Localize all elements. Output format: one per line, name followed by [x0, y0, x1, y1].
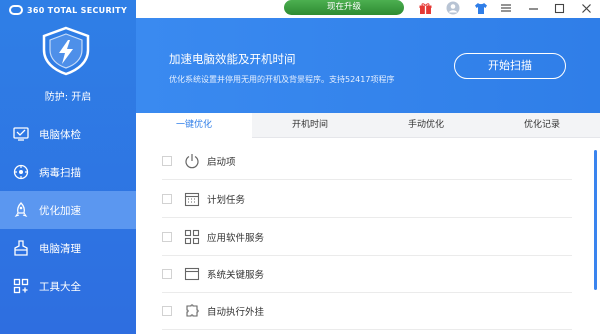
optimize-tabs: 一键优化 开机时间 手动优化 优化记录 [136, 113, 600, 138]
sidebar-item-tools[interactable]: 工具大全 [0, 267, 136, 305]
list-item-label: 计划任务 [207, 195, 246, 206]
window-icon [184, 266, 200, 282]
sidebar-item-virus-scan[interactable]: 病毒扫描 [0, 153, 136, 191]
cleanup-icon [13, 240, 29, 256]
brand-name: 360 TOTAL SECURITY [27, 5, 128, 15]
minimize-icon[interactable] [526, 1, 540, 15]
sidebar-item-speedup[interactable]: 优化加速 [0, 191, 136, 229]
list-item[interactable]: 自动执行外挂 [162, 293, 572, 330]
brand: 360 TOTAL SECURITY [9, 3, 127, 17]
tab-manual[interactable]: 手动优化 [368, 113, 484, 138]
sidebar-item-cleanup[interactable]: 电脑清理 [0, 229, 136, 267]
close-icon[interactable] [579, 1, 593, 15]
sidebar-item-checkup[interactable]: 电脑体检 [0, 115, 136, 153]
list-item[interactable]: 应用软件服务 [162, 219, 572, 256]
sidebar-item-label: 病毒扫描 [39, 166, 81, 179]
sidebar-item-label: 工具大全 [39, 280, 81, 293]
tab-boot-time[interactable]: 开机时间 [252, 113, 368, 138]
optimize-list: 启动项 计划任务 应用软件服务 系统关键服务 自动执行外挂 [136, 138, 600, 334]
item-checkbox[interactable] [162, 156, 172, 166]
speedup-banner: 加速电脑效能及开机时间 优化系统设置并停用无用的开机及背景程序。支持52417项… [136, 18, 600, 113]
checkup-icon [13, 126, 29, 142]
shield-lightning-icon [36, 26, 96, 76]
tab-one-click[interactable]: 一键优化 [136, 113, 252, 138]
sidebar: 360 TOTAL SECURITY 防护: 开启 电脑体检 病毒扫描 优化加速 [0, 0, 136, 334]
gift-icon[interactable] [418, 1, 432, 15]
brand-logo-icon [9, 5, 23, 15]
apps-icon [184, 229, 200, 245]
list-item-label: 启动项 [207, 157, 236, 168]
virus-scan-icon [13, 164, 29, 180]
speedup-icon [13, 202, 29, 218]
list-item[interactable]: 启动项 [162, 143, 572, 180]
sidebar-item-label: 电脑体检 [39, 128, 81, 141]
list-item[interactable]: 计划任务 [162, 181, 572, 218]
list-item-label: 自动执行外挂 [207, 307, 265, 318]
list-item[interactable]: 系统关键服务 [162, 256, 572, 293]
maximize-icon[interactable] [552, 1, 566, 15]
item-checkbox[interactable] [162, 194, 172, 204]
list-item-label: 应用软件服务 [207, 233, 265, 244]
upgrade-button[interactable]: 现在升级 [284, 0, 404, 15]
list-item-label: 系统关键服务 [207, 270, 265, 281]
banner-title: 加速电脑效能及开机时间 [169, 52, 296, 66]
protection-status: 防护: 开启 [44, 92, 92, 103]
start-scan-button[interactable]: 开始扫描 [454, 53, 566, 79]
title-bar: 现在升级 [136, 0, 600, 18]
plugin-icon [184, 303, 200, 319]
sidebar-item-label: 电脑清理 [39, 242, 81, 255]
shirt-icon[interactable] [474, 1, 488, 15]
tab-history[interactable]: 优化记录 [484, 113, 600, 138]
menu-icon[interactable] [499, 1, 513, 15]
tools-icon [13, 278, 29, 294]
item-checkbox[interactable] [162, 269, 172, 279]
item-checkbox[interactable] [162, 306, 172, 316]
avatar-icon[interactable] [446, 1, 460, 15]
list-scrollbar[interactable] [594, 150, 597, 290]
banner-subtitle: 优化系统设置并停用无用的开机及背景程序。支持52417项程序 [169, 75, 395, 84]
power-icon [184, 153, 200, 169]
item-checkbox[interactable] [162, 232, 172, 242]
calendar-icon [184, 191, 200, 207]
sidebar-nav: 电脑体检 病毒扫描 优化加速 电脑清理 工具大全 [0, 115, 136, 305]
sidebar-item-label: 优化加速 [39, 204, 81, 217]
